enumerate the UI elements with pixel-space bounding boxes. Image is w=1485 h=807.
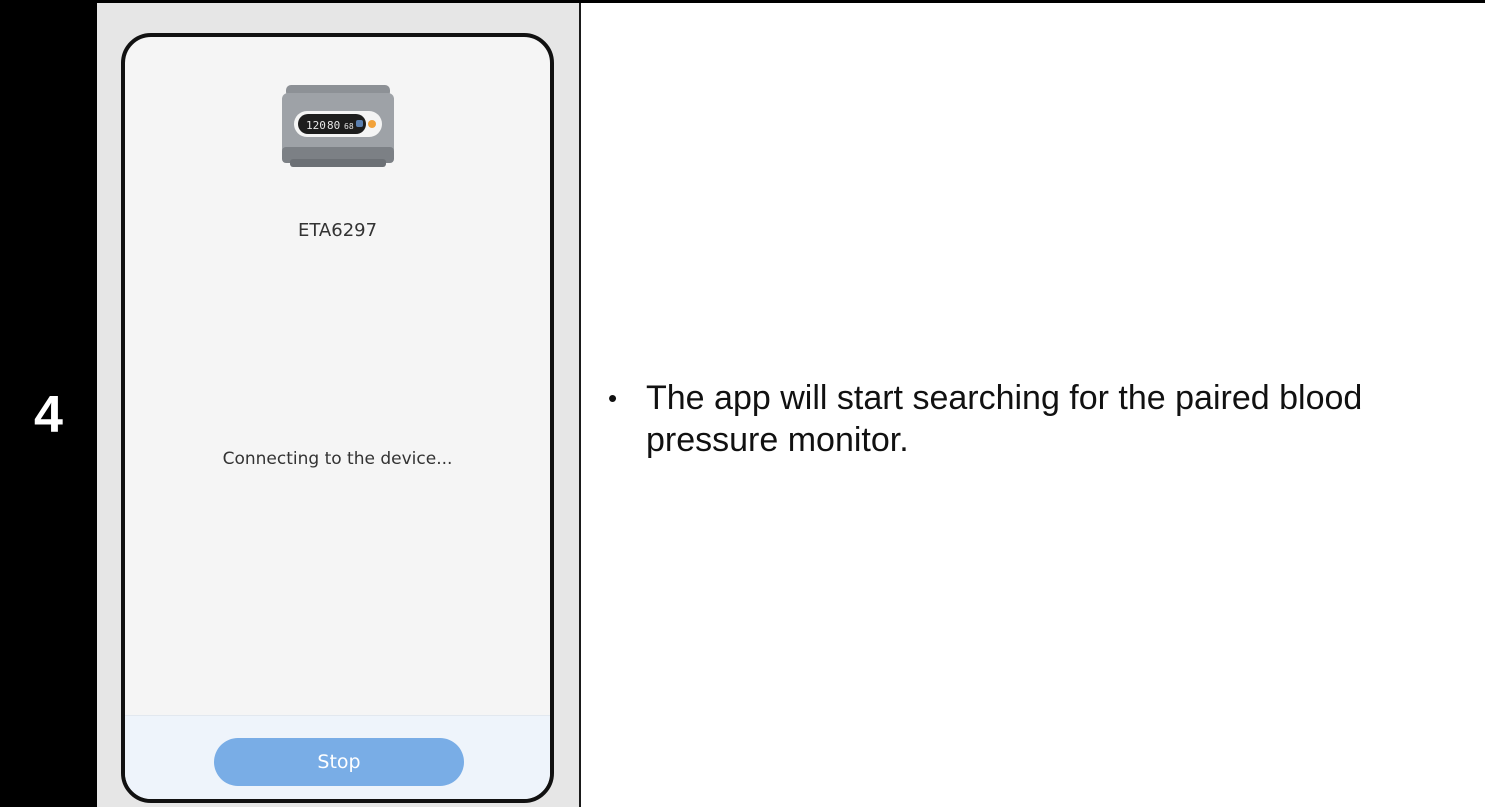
stop-button[interactable]: Stop (214, 738, 464, 786)
device-name: ETA6297 (297, 220, 378, 241)
instruction-text: The app will start searching for the pai… (646, 379, 1363, 459)
bullet: • (608, 383, 618, 413)
step-column: 4 (0, 3, 97, 807)
connection-status: Connecting to the device... (222, 449, 453, 469)
blood-pressure-monitor-image: 120 80 68 (282, 85, 394, 167)
phone-screen: 120 80 68 ETA6297 Connecting to the devi… (121, 33, 554, 803)
bottom-action-bar: Stop (125, 715, 550, 799)
phone-screenshot-column: 120 80 68 ETA6297 Connecting to the devi… (97, 3, 581, 807)
step-number: 4 (34, 386, 63, 444)
device-display-pulse: 68 (344, 122, 354, 131)
instruction-item: • The app will start searching for the p… (608, 377, 1468, 461)
device-display-dia: 80 (327, 119, 340, 132)
device-display-sys: 120 (306, 119, 326, 132)
instruction-page: 4 120 80 68 ETA6297 Connecting to the de… (0, 0, 1485, 807)
